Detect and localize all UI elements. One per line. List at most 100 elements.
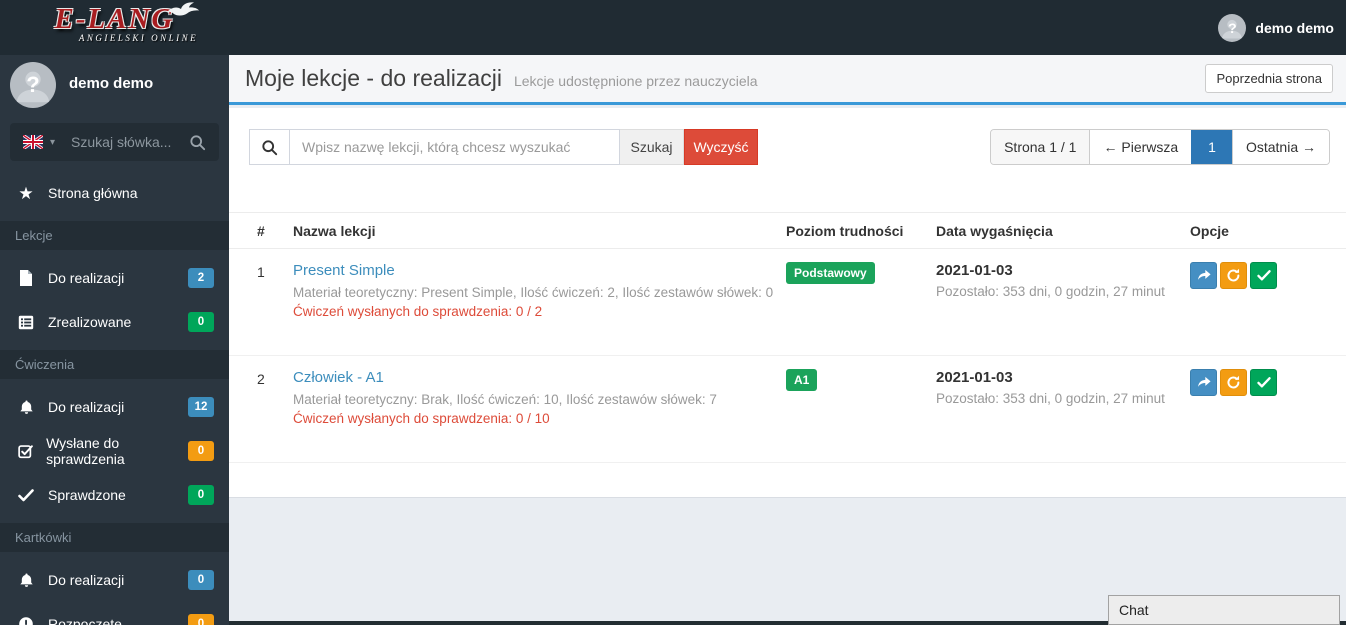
lessons-card: Szukaj Wyczyść Strona 1 / 1 ← Pierwsza 1… bbox=[229, 108, 1346, 498]
row-options bbox=[1190, 369, 1346, 448]
count-badge: 0 bbox=[188, 614, 214, 625]
count-badge: 12 bbox=[188, 397, 214, 417]
brand-name: E-LANG bbox=[54, 3, 175, 35]
count-badge: 0 bbox=[188, 312, 214, 332]
chat-widget[interactable]: Chat bbox=[1108, 595, 1340, 625]
refresh-icon bbox=[1226, 375, 1241, 390]
chat-title: Chat bbox=[1119, 602, 1149, 618]
lesson-details: Materiał teoretyczny: Brak, Ilość ćwicze… bbox=[293, 392, 717, 407]
refresh-button[interactable] bbox=[1220, 369, 1247, 396]
refresh-button[interactable] bbox=[1220, 262, 1247, 289]
expiry-date: 2021-01-03 bbox=[936, 262, 1013, 279]
uk-flag-icon[interactable] bbox=[23, 135, 43, 149]
sidebar: ? demo demo ▾ Szukaj słówka... ★ Strona … bbox=[0, 55, 229, 625]
share-icon bbox=[1197, 269, 1211, 282]
count-badge: 2 bbox=[188, 268, 214, 288]
sidebar-item-strona-glowna[interactable]: ★ Strona główna bbox=[0, 171, 229, 215]
sidebar-item-wyslane-do-sprawdzenia[interactable]: Wysłane do sprawdzenia 0 bbox=[0, 429, 229, 473]
time-remaining: Pozostało: 353 dni, 0 godzin, 27 minut bbox=[936, 284, 1165, 299]
clear-button[interactable]: Wyczyść bbox=[684, 129, 758, 165]
lesson-search-group: Szukaj Wyczyść bbox=[249, 129, 758, 165]
sidebar-item-label: Rozpoczęte bbox=[48, 616, 122, 625]
app-window: E-LANG ANGIELSKI ONLINE ? demo demo ? de… bbox=[0, 0, 1346, 625]
lesson-sent-info: Ćwiczeń wysłanych do sprawdzenia: 0 / 10 bbox=[293, 411, 550, 426]
count-badge: 0 bbox=[188, 570, 214, 590]
share-button[interactable] bbox=[1190, 369, 1217, 396]
question-mark-icon: ? bbox=[26, 72, 40, 97]
bell-icon bbox=[15, 399, 37, 415]
share-button[interactable] bbox=[1190, 262, 1217, 289]
sidebar-item-label: Do realizacji bbox=[48, 572, 125, 588]
current-page-button[interactable]: 1 bbox=[1191, 130, 1232, 164]
sidebar-item-sprawdzone[interactable]: Sprawdzone 0 bbox=[0, 473, 229, 517]
check-icon bbox=[1256, 270, 1271, 281]
lesson-link[interactable]: Present Simple bbox=[293, 262, 395, 279]
last-page-button[interactable]: Ostatnia → bbox=[1231, 130, 1329, 164]
check-square-icon bbox=[15, 444, 35, 459]
row-index: 2 bbox=[257, 371, 265, 387]
sidebar-nav: ★ Strona główna Lekcje Do realizacji 2 Z… bbox=[0, 171, 229, 625]
refresh-icon bbox=[1226, 268, 1241, 283]
first-page-button[interactable]: ← Pierwsza bbox=[1089, 130, 1192, 164]
sidebar-item-label: Do realizacji bbox=[48, 270, 125, 286]
level-badge: A1 bbox=[786, 369, 818, 391]
toolbar: Szukaj Wyczyść Strona 1 / 1 ← Pierwsza 1… bbox=[249, 129, 1330, 165]
sidebar-item-label: Strona główna bbox=[48, 185, 138, 201]
avatar: ? bbox=[10, 62, 56, 108]
brand-logo[interactable]: E-LANG ANGIELSKI ONLINE bbox=[0, 0, 229, 55]
sidebar-section-lekcje: Lekcje bbox=[0, 221, 229, 250]
page-title: Moje lekcje - do realizacji bbox=[245, 65, 502, 91]
check-icon bbox=[15, 488, 37, 502]
search-icon[interactable] bbox=[189, 134, 206, 151]
main-content: Moje lekcje - do realizacji Lekcje udost… bbox=[229, 55, 1346, 625]
sidebar-user-panel[interactable]: ? demo demo bbox=[0, 55, 229, 108]
table-row: 1 Present Simple Materiał teoretyczny: P… bbox=[229, 249, 1346, 356]
sidebar-item-lekcje-do-realizacji[interactable]: Do realizacji 2 bbox=[0, 256, 229, 300]
bell-icon bbox=[15, 572, 37, 588]
lesson-details: Materiał teoretyczny: Present Simple, Il… bbox=[293, 285, 774, 300]
column-header-options: Opcje bbox=[1190, 223, 1229, 239]
lesson-search-input[interactable] bbox=[289, 129, 620, 165]
search-icon bbox=[249, 129, 289, 165]
sidebar-item-kartkowki-do-realizacji[interactable]: Do realizacji 0 bbox=[0, 558, 229, 602]
expiry-date: 2021-01-03 bbox=[936, 369, 1013, 386]
question-mark-icon: ? bbox=[1228, 19, 1237, 36]
lessons-table: # Nazwa lekcji Poziom trudności Data wyg… bbox=[229, 212, 1346, 463]
sidebar-section-cwiczenia: Ćwiczenia bbox=[0, 350, 229, 379]
table-row: 2 Człowiek - A1 Materiał teoretyczny: Br… bbox=[229, 356, 1346, 463]
page-subtitle: Lekcje udostępnione przez nauczyciela bbox=[513, 73, 758, 89]
sidebar-section-kartkowki: Kartkówki bbox=[0, 523, 229, 552]
row-options bbox=[1190, 262, 1346, 341]
table-header-row: # Nazwa lekcji Poziom trudności Data wyg… bbox=[229, 212, 1346, 249]
exclamation-circle-icon bbox=[15, 616, 37, 625]
avatar: ? bbox=[1218, 13, 1247, 42]
chevron-down-icon[interactable]: ▾ bbox=[50, 137, 55, 148]
topbar-user-menu[interactable]: ? demo demo bbox=[1218, 0, 1334, 55]
star-icon: ★ bbox=[18, 183, 34, 203]
check-icon bbox=[1256, 377, 1271, 388]
lesson-sent-info: Ćwiczeń wysłanych do sprawdzenia: 0 / 2 bbox=[293, 304, 543, 319]
word-search-box[interactable]: ▾ bbox=[10, 123, 219, 161]
column-header-level: Poziom trudności bbox=[786, 223, 904, 239]
word-search-input[interactable] bbox=[71, 134, 189, 150]
sidebar-item-label: Do realizacji bbox=[48, 399, 125, 415]
file-icon bbox=[15, 270, 37, 286]
sidebar-item-label: Sprawdzone bbox=[48, 487, 126, 503]
complete-button[interactable] bbox=[1250, 369, 1277, 396]
search-button[interactable]: Szukaj bbox=[620, 129, 684, 165]
time-remaining: Pozostało: 353 dni, 0 godzin, 27 minut bbox=[936, 391, 1165, 406]
sidebar-item-rozpoczete[interactable]: Rozpoczęte 0 bbox=[0, 602, 229, 625]
sidebar-item-zrealizowane[interactable]: Zrealizowane 0 bbox=[0, 300, 229, 344]
column-header-index: # bbox=[257, 223, 265, 239]
sidebar-item-label: Zrealizowane bbox=[48, 314, 132, 330]
column-header-expiry: Data wygaśnięcia bbox=[936, 223, 1053, 239]
level-badge: Podstawowy bbox=[786, 262, 875, 284]
row-index: 1 bbox=[257, 264, 265, 280]
page-header: Moje lekcje - do realizacji Lekcje udost… bbox=[229, 55, 1346, 105]
sidebar-user-name: demo demo bbox=[69, 75, 154, 92]
complete-button[interactable] bbox=[1250, 262, 1277, 289]
sidebar-item-cwiczenia-do-realizacji[interactable]: Do realizacji 12 bbox=[0, 385, 229, 429]
lesson-link[interactable]: Człowiek - A1 bbox=[293, 369, 384, 386]
share-icon bbox=[1197, 376, 1211, 389]
previous-page-button[interactable]: Poprzednia strona bbox=[1205, 64, 1333, 93]
